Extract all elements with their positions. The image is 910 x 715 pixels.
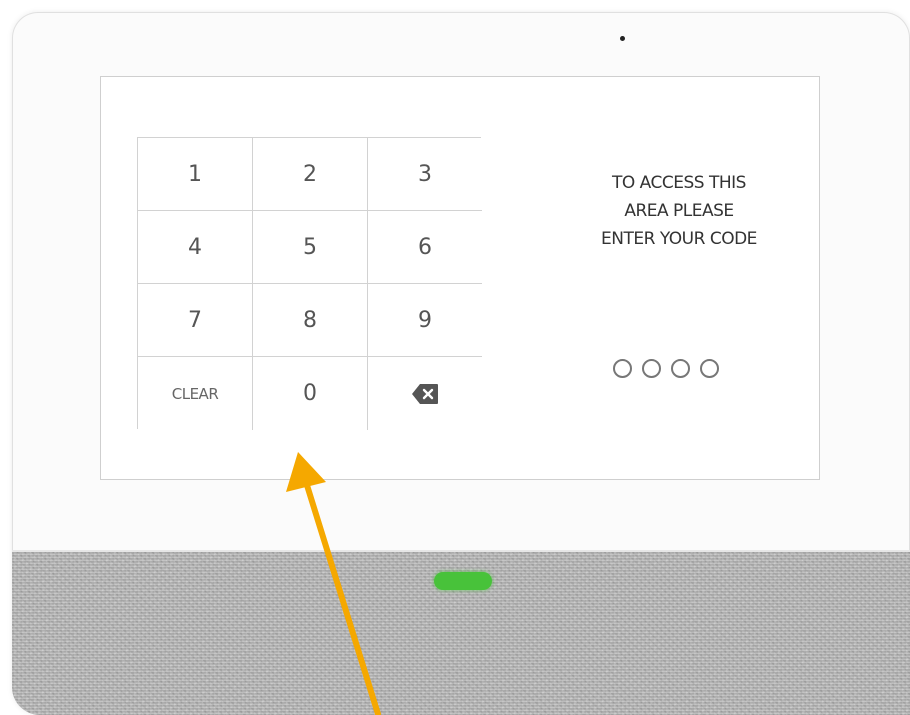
access-prompt: TO ACCESS THIS AREA PLEASE ENTER YOUR CO… [569, 169, 789, 253]
key-2[interactable]: 2 [253, 138, 368, 211]
key-0[interactable]: 0 [253, 357, 368, 430]
key-9[interactable]: 9 [368, 284, 482, 357]
key-8[interactable]: 8 [253, 284, 368, 357]
code-entry-indicator [613, 359, 753, 383]
code-dot [613, 359, 632, 378]
code-dot [700, 359, 719, 378]
clear-button[interactable]: CLEAR [138, 357, 253, 430]
status-led [434, 572, 492, 590]
backspace-icon [412, 383, 438, 404]
keypad: 1 2 3 4 5 6 7 8 9 CLEAR 0 [137, 137, 482, 430]
prompt-line-3: ENTER YOUR CODE [601, 229, 757, 249]
speaker-grille [12, 550, 910, 715]
camera-icon [620, 36, 625, 41]
key-4[interactable]: 4 [138, 211, 253, 284]
key-5[interactable]: 5 [253, 211, 368, 284]
key-1[interactable]: 1 [138, 138, 253, 211]
security-panel-device: 1 2 3 4 5 6 7 8 9 CLEAR 0 TO ACCESS THIS… [12, 12, 910, 715]
key-3[interactable]: 3 [368, 138, 482, 211]
code-dot [671, 359, 690, 378]
prompt-line-2: AREA PLEASE [624, 201, 734, 221]
key-7[interactable]: 7 [138, 284, 253, 357]
code-dot [642, 359, 661, 378]
touchscreen: 1 2 3 4 5 6 7 8 9 CLEAR 0 TO ACCESS THIS… [100, 76, 820, 480]
key-6[interactable]: 6 [368, 211, 482, 284]
prompt-line-1: TO ACCESS THIS [612, 173, 746, 193]
backspace-button[interactable] [368, 357, 482, 430]
